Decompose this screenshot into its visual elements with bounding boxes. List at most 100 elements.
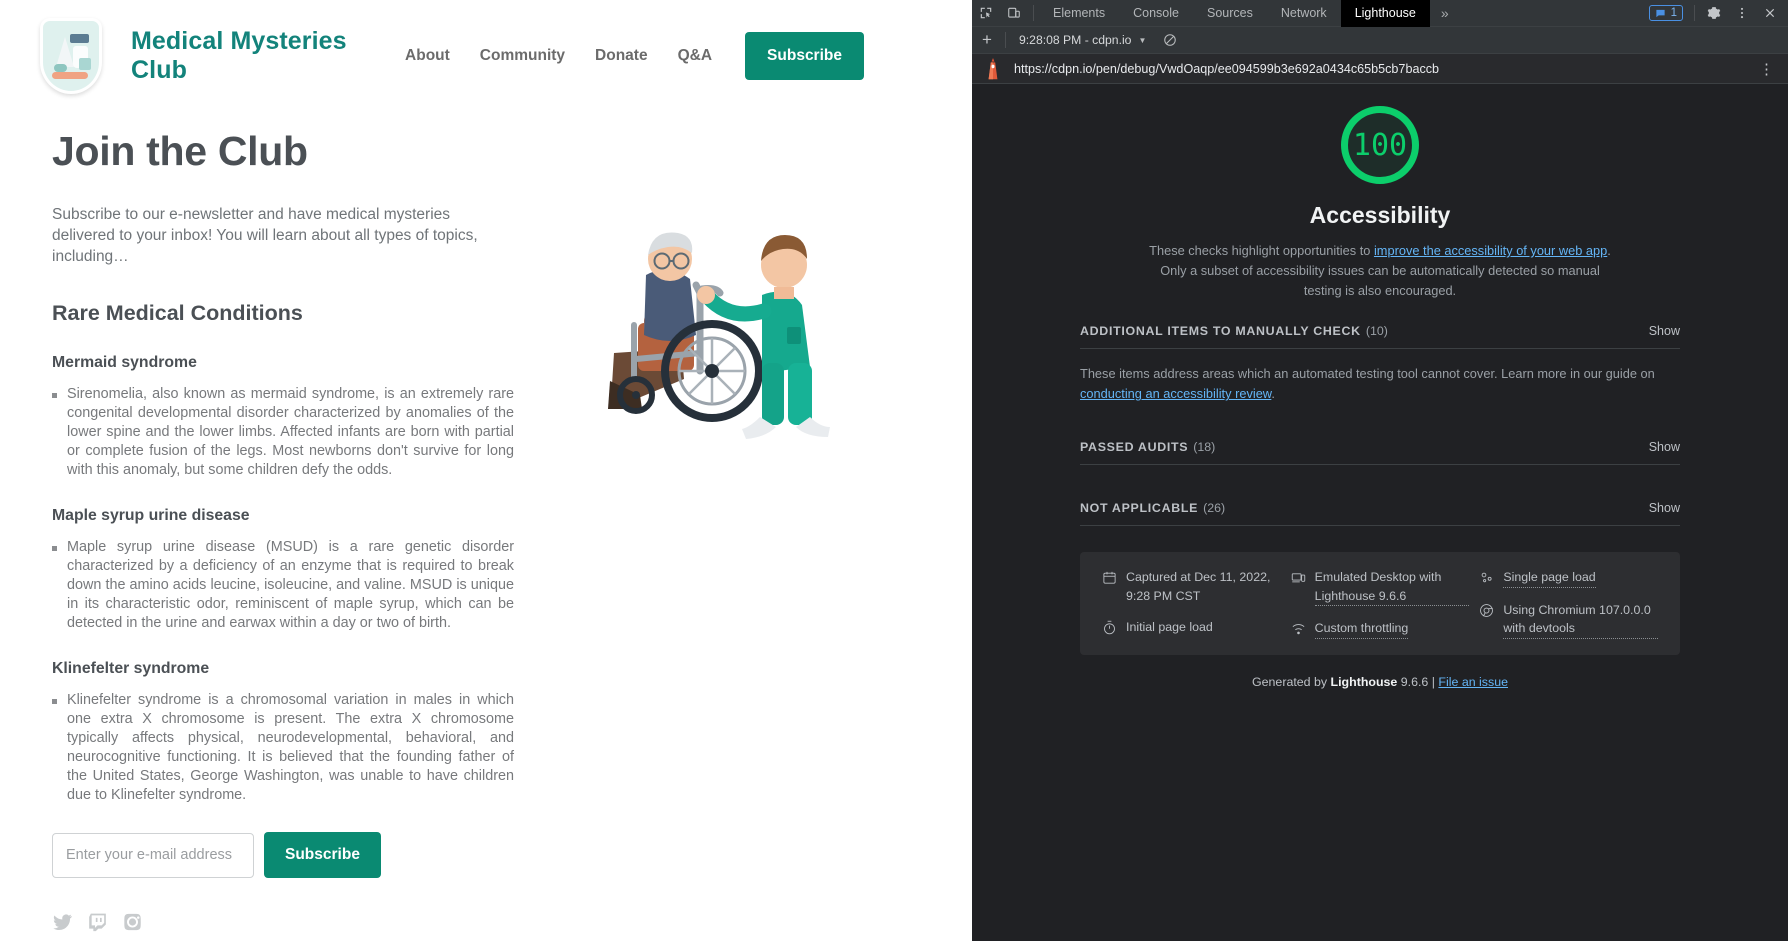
metadata-single-page-load: Single page load <box>1479 568 1658 588</box>
nav-item-donate[interactable]: Donate <box>595 47 648 65</box>
clump-divider <box>1080 464 1680 465</box>
improve-accessibility-link[interactable]: improve the accessibility of your web ap… <box>1374 243 1607 258</box>
run-selector-label: 9:28:08 PM - cdpn.io <box>1019 33 1131 47</box>
new-report-button[interactable]: + <box>974 27 1000 53</box>
clump-manual-check: ADDITIONAL ITEMS TO MANUALLY CHECK (10) … <box>1080 324 1680 414</box>
content-column: Join the Club Subscribe to our e-newslet… <box>32 108 514 932</box>
nav-item-about[interactable]: About <box>405 47 450 65</box>
email-field[interactable] <box>52 833 254 878</box>
social-links <box>52 912 514 932</box>
instagram-icon[interactable] <box>122 912 143 932</box>
clump-title: PASSED AUDITS <box>1080 440 1188 454</box>
tab-network[interactable]: Network <box>1267 0 1341 27</box>
accessibility-review-link[interactable]: conducting an accessibility review <box>1080 386 1271 401</box>
tab-console[interactable]: Console <box>1119 0 1193 27</box>
lighthouse-logo-icon <box>984 58 1002 80</box>
clump-count: (26) <box>1203 501 1225 515</box>
clump-show-toggle[interactable]: Show <box>1649 440 1680 454</box>
metadata-chromium: Using Chromium 107.0.0.0 with devtools <box>1479 601 1658 639</box>
inspect-element-icon[interactable] <box>972 0 1000 27</box>
run-selector-dropdown[interactable]: 9:28:08 PM - cdpn.io ▼ <box>1019 33 1146 47</box>
generated-brand: Lighthouse <box>1331 675 1398 689</box>
metadata-emulation: Emulated Desktop with Lighthouse 9.6.6 <box>1291 568 1470 606</box>
metadata-throttling: Custom throttling <box>1291 619 1470 639</box>
clump-header: NOT APPLICABLE (26) Show <box>1080 501 1680 525</box>
kebab-menu-icon[interactable] <box>1728 0 1756 27</box>
lighthouse-report: 100 Accessibility These checks highlight… <box>972 84 1788 941</box>
clump-body-pre: These items address areas which an autom… <box>1080 366 1655 381</box>
condition-title-msud: Maple syrup urine disease <box>52 507 514 525</box>
form-subscribe-button[interactable]: Subscribe <box>264 832 381 878</box>
lighthouse-subbar: + 9:28:08 PM - cdpn.io ▼ <box>972 27 1788 54</box>
single-page-icon <box>1479 570 1494 585</box>
clump-show-toggle[interactable]: Show <box>1649 501 1680 515</box>
toolbar-divider-2 <box>1694 5 1695 21</box>
close-icon[interactable] <box>1756 0 1784 27</box>
condition-list-klinefelter: Klinefelter syndrome is a chromosomal va… <box>52 691 514 805</box>
condition-list-mermaid: Sirenomelia, also known as mermaid syndr… <box>52 385 514 480</box>
message-count-badge[interactable]: 1 <box>1649 5 1683 21</box>
clump-body: These items address areas which an autom… <box>1080 349 1680 414</box>
score-gauge-wrap: 100 Accessibility <box>1310 106 1451 229</box>
generated-pre: Generated by <box>1252 675 1331 689</box>
nav-item-qa[interactable]: Q&A <box>678 47 712 65</box>
gear-icon[interactable] <box>1700 0 1728 27</box>
stopwatch-icon <box>1102 620 1117 635</box>
generated-version: 9.6.6 | <box>1397 675 1438 689</box>
category-description-pre: These checks highlight opportunities to <box>1149 243 1374 258</box>
report-menu-icon[interactable]: ⋮ <box>1753 60 1780 78</box>
chromium-icon <box>1479 603 1494 618</box>
clump-count: (18) <box>1193 440 1215 454</box>
page-title: Join the Club <box>52 128 514 175</box>
clump-show-toggle[interactable]: Show <box>1649 324 1680 338</box>
metadata-page-load-text: Initial page load <box>1126 618 1213 637</box>
page-lede: Subscribe to our e-newsletter and have m… <box>52 205 514 268</box>
twitch-icon[interactable] <box>87 912 108 932</box>
metadata-emulation-link[interactable]: Emulated Desktop with Lighthouse 9.6.6 <box>1315 568 1470 606</box>
tabs-overflow-icon[interactable]: » <box>1430 5 1460 21</box>
condition-list-msud: Maple syrup urine disease (MSUD) is a ra… <box>52 538 514 633</box>
device-toolbar-icon[interactable] <box>1000 0 1028 27</box>
metadata-page-load: Initial page load <box>1102 618 1281 637</box>
section-title: Rare Medical Conditions <box>52 301 514 326</box>
clump-header: ADDITIONAL ITEMS TO MANUALLY CHECK (10) … <box>1080 324 1680 348</box>
list-item: Sirenomelia, also known as mermaid syndr… <box>52 385 514 480</box>
metadata-single-page-link[interactable]: Single page load <box>1503 568 1595 588</box>
twitter-icon[interactable] <box>52 912 73 932</box>
tab-sources[interactable]: Sources <box>1193 0 1267 27</box>
chevron-down-icon: ▼ <box>1138 36 1146 45</box>
nav-item-community[interactable]: Community <box>480 47 565 65</box>
devtools-tabs: Elements Console Sources Network Lightho… <box>1039 0 1430 27</box>
message-bubble-icon <box>1655 8 1666 19</box>
header-subscribe-button[interactable]: Subscribe <box>745 32 864 80</box>
page-content: Join the Club Subscribe to our e-newslet… <box>0 108 972 932</box>
clump-body-post: . <box>1271 386 1275 401</box>
subbar-divider <box>1005 32 1006 48</box>
condition-title-klinefelter: Klinefelter syndrome <box>52 660 514 678</box>
clear-all-icon[interactable] <box>1160 30 1180 50</box>
tab-elements[interactable]: Elements <box>1039 0 1119 27</box>
devices-icon <box>1291 570 1306 585</box>
devtools-toolbar-right: 1 <box>1649 0 1788 27</box>
category-description: These checks highlight opportunities to … <box>1142 241 1619 300</box>
metadata-column-1: Captured at Dec 11, 2022, 9:28 PM CST In… <box>1102 568 1281 639</box>
report-url-bar: https://cdpn.io/pen/debug/VwdOaqp/ee0945… <box>972 54 1788 84</box>
report-url[interactable]: https://cdpn.io/pen/debug/VwdOaqp/ee0945… <box>1014 62 1439 76</box>
metadata-column-3: Single page load Using Chromium 107.0.0.… <box>1479 568 1658 639</box>
metadata-throttling-link[interactable]: Custom throttling <box>1315 619 1409 639</box>
clump-not-applicable: NOT APPLICABLE (26) Show <box>1080 501 1680 526</box>
brand-title[interactable]: Medical Mysteries Club <box>131 27 405 85</box>
medical-shield-logo-icon[interactable] <box>40 18 102 94</box>
list-item: Maple syrup urine disease (MSUD) is a ra… <box>52 538 514 633</box>
category-title: Accessibility <box>1310 202 1451 229</box>
tab-lighthouse[interactable]: Lighthouse <box>1341 0 1430 27</box>
metadata-captured-at-text: Captured at Dec 11, 2022, 9:28 PM CST <box>1126 568 1281 605</box>
metadata-chromium-link[interactable]: Using Chromium 107.0.0.0 with devtools <box>1503 601 1658 639</box>
clump-divider <box>1080 525 1680 526</box>
site-header: Medical Mysteries Club About Community D… <box>0 0 972 108</box>
message-count: 1 <box>1671 7 1677 19</box>
throttling-icon <box>1291 621 1306 636</box>
accessibility-score-gauge: 100 <box>1341 106 1419 184</box>
clump-title: NOT APPLICABLE <box>1080 501 1198 515</box>
file-an-issue-link[interactable]: File an issue <box>1438 675 1508 689</box>
